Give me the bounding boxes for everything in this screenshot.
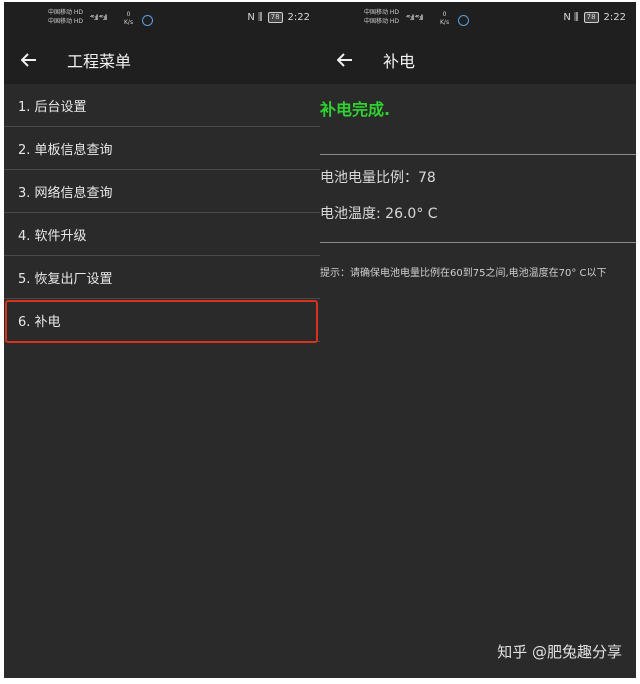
nfc-vibrate-icon: N ⫼ [247,12,263,23]
battery-icon: 78 [583,12,599,23]
carrier-info: 中国移动 HD 中国移动 HD [364,8,399,26]
watermark: 知乎 @肥兔趣分享 [497,643,622,661]
clock: 2:22 [287,12,310,23]
recharge-status: 补电完成. [320,100,391,119]
menu-item-battery-recharge[interactable]: 6. 补电 [4,299,320,343]
app-bar: 补电 [320,36,636,84]
network-speed: 0 K/s [124,11,133,27]
back-arrow-icon [337,53,352,67]
signal-icon: ⁴⁶.ıll ⁴⁶.ıll [406,14,424,22]
battery-temperature: 电池温度: 26.0° C [320,206,438,222]
back-button[interactable] [335,50,355,70]
engineering-menu-screen: 中国移动 HD 中国移动 HD ⁴⁶.ıll ⁴⁶.ıll 0 K/s N ⫼ … [4,2,320,678]
app-notification-icon [142,15,153,26]
menu-item-software-upgrade[interactable]: 4. 软件升级 [4,213,320,256]
carrier-line-1: 中国移动 HD [48,9,84,16]
status-right-icons: N ⫼ 78 2:22 [563,12,626,23]
page-title: 补电 [383,52,416,71]
network-speed-value: 0 [442,11,447,18]
menu-item-network-info[interactable]: 3. 网络信息查询 [4,170,320,213]
menu-item-background-settings[interactable]: 1. 后台设置 [4,84,320,127]
page-title: 工程菜单 [67,52,132,71]
network-speed-value: 0 [126,11,131,18]
engineering-menu-list: 1. 后台设置 2. 单板信息查询 3. 网络信息查询 4. 软件升级 5. 恢… [4,84,320,343]
network-speed-unit: K/s [124,19,134,26]
carrier-line-2: 中国移动 HD [48,18,84,25]
screenshot-frame: 中国移动 HD 中国移动 HD ⁴⁶.ıll ⁴⁶.ıll 0 K/s N ⫼ … [4,2,636,678]
clock: 2:22 [603,12,626,23]
app-notification-icon [458,15,469,26]
battery-icon: 78 [267,12,283,23]
nfc-vibrate-icon: N ⫼ [563,12,579,23]
divider [320,242,636,243]
status-right-icons: N ⫼ 78 2:22 [247,12,310,23]
back-arrow-icon [21,53,36,67]
app-bar: 工程菜单 [4,36,320,84]
network-speed: 0 K/s [440,11,449,27]
hint-text: 提示：请确保电池电量比例在60到75之间,电池温度在70° C以下 [320,268,607,279]
network-speed-unit: K/s [440,19,450,26]
battery-ratio: 电池电量比例：78 [320,170,436,186]
carrier-line-1: 中国移动 HD [364,9,400,16]
battery-recharge-screen: 中国移动 HD 中国移动 HD ⁴⁶.ıll ⁴⁶.ıll 0 K/s N ⫼ … [320,2,636,678]
carrier-info: 中国移动 HD 中国移动 HD [48,8,83,26]
status-bar: 中国移动 HD 中国移动 HD ⁴⁶.ıll ⁴⁶.ıll 0 K/s N ⫼ … [4,2,320,36]
signal-icon: ⁴⁶.ıll ⁴⁶.ıll [90,14,108,22]
divider [320,154,636,155]
menu-item-factory-reset[interactable]: 5. 恢复出厂设置 [4,256,320,299]
menu-item-board-info[interactable]: 2. 单板信息查询 [4,127,320,170]
carrier-line-2: 中国移动 HD [364,18,400,25]
back-button[interactable] [19,50,39,70]
status-bar: 中国移动 HD 中国移动 HD ⁴⁶.ıll ⁴⁶.ıll 0 K/s N ⫼ … [320,2,636,36]
